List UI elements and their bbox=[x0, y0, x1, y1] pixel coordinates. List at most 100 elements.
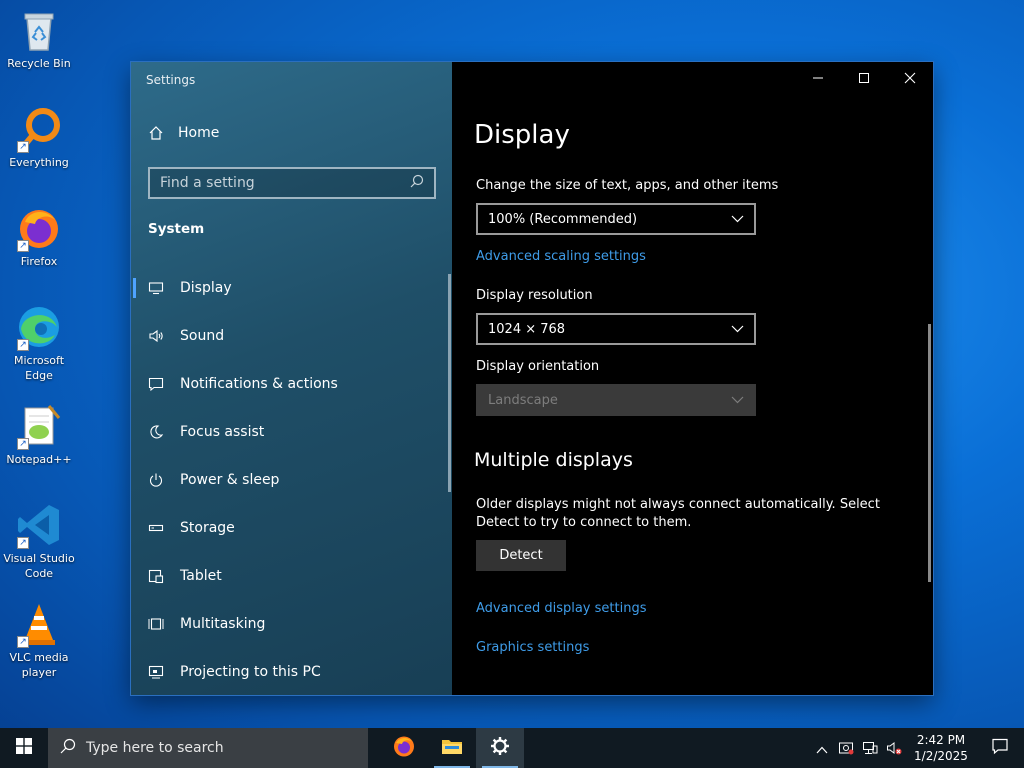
system-tray: 2:42 PM 1/2/2025 bbox=[810, 728, 1024, 768]
file-explorer-icon bbox=[440, 734, 464, 762]
sidebar-item-label: Tablet bbox=[180, 568, 222, 584]
settings-content: Display Change the size of text, apps, a… bbox=[452, 62, 933, 695]
moon-icon bbox=[147, 423, 165, 441]
scale-dropdown[interactable]: 100% (Recommended) bbox=[476, 203, 756, 235]
volume-muted-icon[interactable] bbox=[882, 728, 906, 768]
maximize-button[interactable] bbox=[841, 62, 887, 94]
orientation-label: Display orientation bbox=[476, 359, 600, 374]
tray-app-icon[interactable] bbox=[834, 728, 858, 768]
sidebar-item-focus-assist[interactable]: Focus assist bbox=[131, 408, 452, 456]
resolution-label: Display resolution bbox=[476, 288, 593, 303]
page-title: Display bbox=[474, 120, 570, 150]
desktop-icon-recycle-bin[interactable]: Recycle Bin bbox=[2, 6, 76, 71]
graphics-settings-link[interactable]: Graphics settings bbox=[476, 640, 589, 655]
desktop-icon-edge[interactable]: ↗ Microsoft Edge bbox=[2, 303, 76, 383]
power-icon bbox=[147, 471, 165, 489]
monitor-icon bbox=[147, 279, 165, 297]
minimize-button[interactable] bbox=[795, 62, 841, 94]
notification-icon bbox=[991, 737, 1009, 759]
sidebar-item-label: Storage bbox=[180, 520, 235, 536]
resolution-value: 1024 × 768 bbox=[488, 321, 566, 337]
search-placeholder: Find a setting bbox=[160, 175, 255, 191]
firefox-icon bbox=[392, 734, 416, 762]
settings-window: Settings Home Find a setting System Disp… bbox=[131, 62, 933, 695]
chevron-up-icon bbox=[816, 739, 828, 758]
vscode-icon: ↗ bbox=[15, 501, 63, 549]
sidebar-item-power-sleep[interactable]: Power & sleep bbox=[131, 456, 452, 504]
close-button[interactable] bbox=[887, 62, 933, 94]
sidebar-item-label: Power & sleep bbox=[180, 472, 280, 488]
desktop-icon-label: Everything bbox=[9, 156, 69, 169]
shortcut-arrow-icon: ↗ bbox=[17, 438, 29, 450]
network-icon[interactable] bbox=[858, 728, 882, 768]
sidebar-scrollbar[interactable] bbox=[448, 274, 451, 492]
shortcut-arrow-icon: ↗ bbox=[17, 141, 29, 153]
advanced-scaling-link[interactable]: Advanced scaling settings bbox=[476, 249, 646, 264]
start-button[interactable] bbox=[0, 728, 48, 768]
taskbar-file-explorer[interactable] bbox=[428, 728, 476, 768]
show-hidden-icons-button[interactable] bbox=[810, 728, 834, 768]
chevron-down-icon bbox=[731, 322, 744, 337]
shortcut-arrow-icon: ↗ bbox=[17, 240, 29, 252]
scale-value: 100% (Recommended) bbox=[488, 211, 638, 227]
clock-time: 2:42 PM bbox=[916, 733, 966, 747]
notification-icon bbox=[147, 375, 165, 393]
home-label: Home bbox=[178, 125, 220, 141]
sidebar-item-tablet[interactable]: Tablet bbox=[131, 552, 452, 600]
advanced-display-link[interactable]: Advanced display settings bbox=[476, 601, 646, 616]
desktop-icon-label: Notepad++ bbox=[6, 453, 72, 466]
desktop-icon-everything[interactable]: ↗ Everything bbox=[2, 105, 76, 170]
sidebar-item-label: Sound bbox=[180, 328, 225, 344]
action-center-button[interactable] bbox=[976, 728, 1024, 768]
clock-date: 1/2/2025 bbox=[914, 749, 968, 763]
resolution-dropdown[interactable]: 1024 × 768 bbox=[476, 313, 756, 345]
desktop-icon-vlc[interactable]: ↗ VLC media player bbox=[2, 600, 76, 680]
taskbar-firefox[interactable] bbox=[380, 728, 428, 768]
sidebar-item-projecting[interactable]: Projecting to this PC bbox=[131, 648, 452, 696]
home-icon bbox=[147, 124, 165, 142]
desktop-icon-label: Recycle Bin bbox=[7, 57, 71, 70]
window-title: Settings bbox=[146, 73, 196, 87]
system-nav-list: Display Sound Notifications & actions Fo… bbox=[131, 264, 452, 696]
everything-icon: ↗ bbox=[15, 105, 63, 153]
sidebar-item-label: Multitasking bbox=[180, 616, 266, 632]
desktop-icon-label: Firefox bbox=[20, 255, 58, 268]
windows-logo-icon bbox=[16, 738, 32, 758]
shortcut-arrow-icon: ↗ bbox=[17, 339, 29, 351]
shortcut-arrow-icon: ↗ bbox=[17, 636, 29, 648]
projecting-icon bbox=[147, 663, 165, 681]
content-scrollbar[interactable] bbox=[928, 324, 931, 582]
sidebar-item-notifications[interactable]: Notifications & actions bbox=[131, 360, 452, 408]
sidebar-item-sound[interactable]: Sound bbox=[131, 312, 452, 360]
taskbar-search-box[interactable]: Type here to search bbox=[48, 728, 368, 768]
sidebar-item-multitasking[interactable]: Multitasking bbox=[131, 600, 452, 648]
recycle-bin-icon bbox=[15, 6, 63, 54]
search-icon bbox=[60, 738, 76, 758]
find-setting-input[interactable]: Find a setting bbox=[148, 167, 436, 199]
sidebar-item-storage[interactable]: Storage bbox=[131, 504, 452, 552]
taskbar-clock[interactable]: 2:42 PM 1/2/2025 bbox=[906, 732, 976, 764]
desktop-icon-notepad-plus-plus[interactable]: ↗ Notepad++ bbox=[2, 402, 76, 467]
search-icon[interactable] bbox=[410, 174, 424, 192]
edge-icon: ↗ bbox=[15, 303, 63, 351]
detect-button[interactable]: Detect bbox=[476, 540, 566, 571]
vlc-icon: ↗ bbox=[15, 600, 63, 648]
sidebar-item-label: Display bbox=[180, 280, 232, 296]
shortcut-arrow-icon: ↗ bbox=[17, 537, 29, 549]
home-nav-item[interactable]: Home bbox=[147, 124, 219, 142]
sidebar-item-label: Focus assist bbox=[180, 424, 265, 440]
tablet-icon bbox=[147, 567, 165, 585]
sidebar-item-label: Projecting to this PC bbox=[180, 664, 321, 680]
orientation-value: Landscape bbox=[488, 392, 558, 408]
desktop-icon-vscode[interactable]: ↗ Visual Studio Code bbox=[2, 501, 76, 581]
multiple-displays-heading: Multiple displays bbox=[474, 449, 633, 471]
orientation-dropdown[interactable]: Landscape bbox=[476, 384, 756, 416]
sidebar-item-display[interactable]: Display bbox=[131, 264, 452, 312]
firefox-icon: ↗ bbox=[15, 204, 63, 252]
multitasking-icon bbox=[147, 615, 165, 633]
desktop-icon-label: Microsoft Edge bbox=[13, 354, 65, 382]
desktop-icon-firefox[interactable]: ↗ Firefox bbox=[2, 204, 76, 269]
taskbar-settings[interactable] bbox=[476, 728, 524, 768]
sidebar-item-label: Notifications & actions bbox=[180, 376, 338, 392]
chevron-down-icon bbox=[731, 393, 744, 408]
